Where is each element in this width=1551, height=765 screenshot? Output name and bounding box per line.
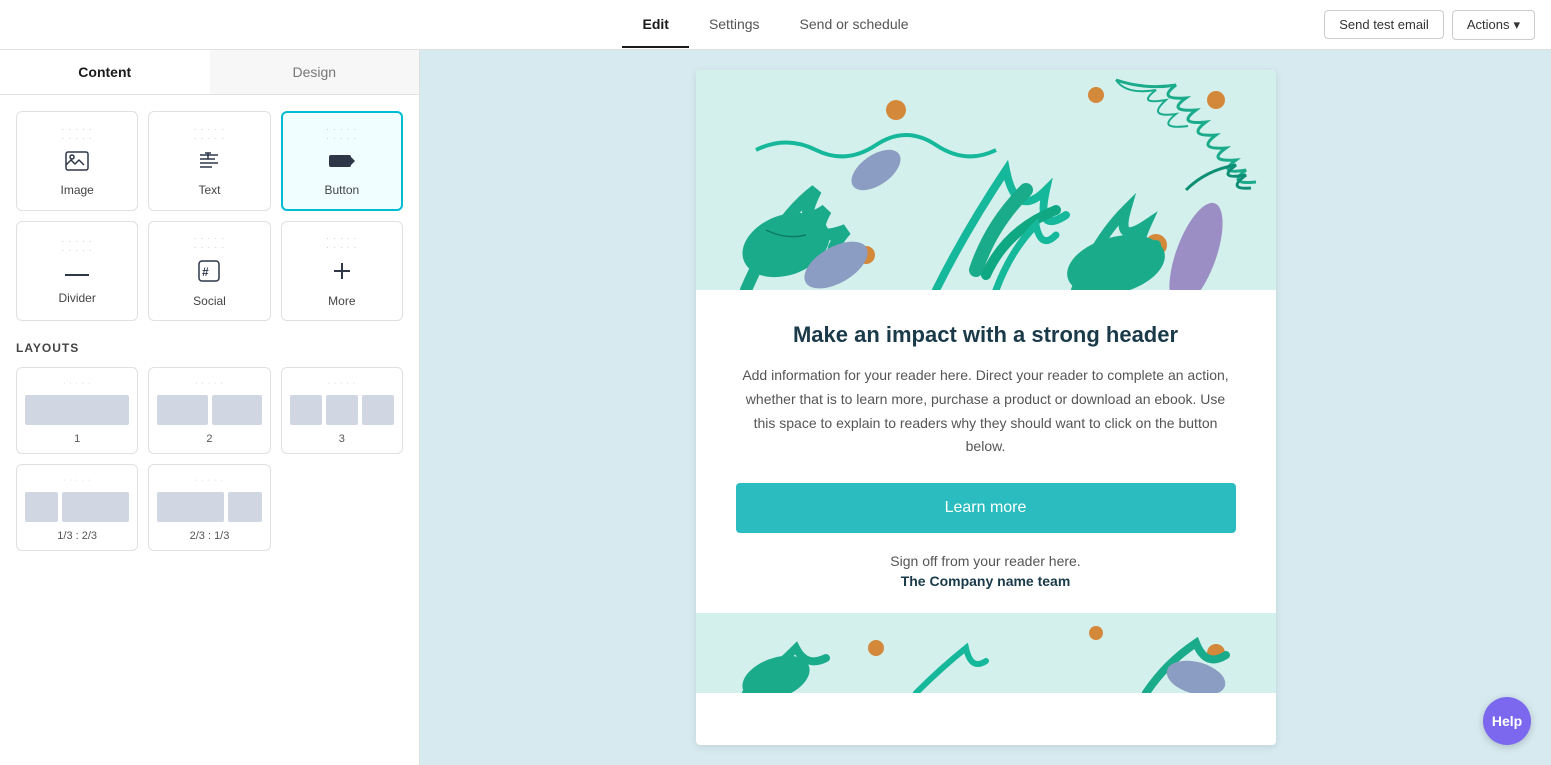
block-divider-label: Divider bbox=[58, 291, 95, 305]
layout-1-3-2-3[interactable]: · · · · · 1/3 : 2/3 bbox=[16, 464, 138, 551]
block-social[interactable]: · · · · ·· · · · · # Social bbox=[148, 221, 270, 321]
actions-label: Actions bbox=[1467, 17, 1510, 32]
block-more-label: More bbox=[328, 294, 355, 308]
tab-send-schedule[interactable]: Send or schedule bbox=[780, 2, 929, 48]
block-button[interactable]: · · · · ·· · · · · Button bbox=[281, 111, 403, 211]
layout-2-preview bbox=[157, 395, 261, 425]
layout-col bbox=[212, 395, 262, 425]
layout-2-3-1-3[interactable]: · · · · · 2/3 : 1/3 bbox=[148, 464, 270, 551]
tab-settings[interactable]: Settings bbox=[689, 2, 780, 48]
layout-2-dots: · · · · · bbox=[195, 380, 223, 387]
layout-2-3-label: 2/3 : 1/3 bbox=[190, 530, 230, 542]
top-bar-actions: Send test email Actions ▾ bbox=[1324, 10, 1535, 40]
image-icon bbox=[65, 151, 89, 175]
sidebar-tabs: Content Design bbox=[0, 50, 419, 95]
layout-col bbox=[157, 395, 207, 425]
chevron-down-icon: ▾ bbox=[1513, 17, 1520, 33]
layout-col bbox=[25, 492, 58, 522]
layout-col bbox=[326, 395, 358, 425]
sidebar-tab-design[interactable]: Design bbox=[210, 50, 420, 94]
divider-icon bbox=[65, 263, 89, 283]
plus-icon bbox=[331, 260, 353, 286]
layout-col bbox=[157, 492, 224, 522]
button-icon bbox=[328, 151, 356, 175]
layout-col bbox=[25, 395, 129, 425]
layout-col bbox=[62, 492, 129, 522]
block-divider[interactable]: · · · · ·· · · · · Divider bbox=[16, 221, 138, 321]
layout-1-3-label: 1/3 : 2/3 bbox=[57, 530, 97, 542]
actions-button[interactable]: Actions ▾ bbox=[1452, 10, 1535, 40]
block-social-dots: · · · · ·· · · · · bbox=[194, 234, 225, 252]
social-icon: # bbox=[198, 260, 220, 286]
email-hero bbox=[696, 70, 1276, 290]
block-button-dots: · · · · ·· · · · · bbox=[326, 125, 357, 143]
layout-1-preview bbox=[25, 395, 129, 425]
block-more-dots: · · · · ·· · · · · bbox=[326, 234, 357, 252]
sidebar: Content Design · · · · ·· · · · · Ima bbox=[0, 50, 420, 765]
email-signoff: Sign off from your reader here. bbox=[736, 553, 1236, 569]
block-image-dots: · · · · ·· · · · · bbox=[62, 125, 93, 143]
layout-3-preview bbox=[290, 395, 394, 425]
layout-1[interactable]: · · · · · 1 bbox=[16, 367, 138, 454]
block-text[interactable]: · · · · ·· · · · · Text bbox=[148, 111, 270, 211]
send-test-email-button[interactable]: Send test email bbox=[1324, 10, 1444, 39]
email-body-text: Add information for your reader here. Di… bbox=[736, 364, 1236, 459]
layout-col bbox=[228, 492, 261, 522]
email-body: Make an impact with a strong header Add … bbox=[696, 290, 1276, 613]
layout-col bbox=[290, 395, 322, 425]
layout-2[interactable]: · · · · · 2 bbox=[148, 367, 270, 454]
layout-2-label: 2 bbox=[206, 433, 212, 445]
layout-1-dots: · · · · · bbox=[63, 380, 91, 387]
hero-illustration bbox=[696, 70, 1276, 290]
canvas-area: Make an impact with a strong header Add … bbox=[420, 50, 1551, 765]
email-footer-image bbox=[696, 613, 1276, 693]
sidebar-tab-content[interactable]: Content bbox=[0, 50, 210, 94]
blocks-grid: · · · · ·· · · · · Image · · · · ·· · · … bbox=[16, 111, 403, 321]
text-icon bbox=[197, 151, 221, 175]
help-button[interactable]: Help bbox=[1483, 697, 1531, 745]
main-layout: Content Design · · · · ·· · · · · Ima bbox=[0, 50, 1551, 765]
block-divider-dots: · · · · ·· · · · · bbox=[62, 237, 93, 255]
block-more[interactable]: · · · · ·· · · · · More bbox=[281, 221, 403, 321]
layout-1-label: 1 bbox=[74, 433, 80, 445]
svg-text:#: # bbox=[202, 265, 209, 279]
layout-3-dots: · · · · · bbox=[328, 380, 356, 387]
block-social-label: Social bbox=[193, 294, 226, 308]
block-button-label: Button bbox=[324, 183, 359, 197]
layout-3-label: 3 bbox=[339, 433, 345, 445]
layout-2-3-preview bbox=[157, 492, 261, 522]
top-bar: Edit Settings Send or schedule Send test… bbox=[0, 0, 1551, 50]
sidebar-content: · · · · ·· · · · · Image · · · · ·· · · … bbox=[0, 95, 419, 567]
footer-illustration bbox=[696, 613, 1276, 693]
email-company: The Company name team bbox=[736, 573, 1236, 589]
tab-edit[interactable]: Edit bbox=[622, 2, 688, 48]
email-heading: Make an impact with a strong header bbox=[736, 322, 1236, 348]
top-bar-tabs: Edit Settings Send or schedule bbox=[622, 2, 928, 48]
email-canvas: Make an impact with a strong header Add … bbox=[696, 70, 1276, 745]
block-text-dots: · · · · ·· · · · · bbox=[194, 125, 225, 143]
block-text-label: Text bbox=[198, 183, 220, 197]
layout-2-3-dots: · · · · · bbox=[195, 477, 223, 484]
layout-3[interactable]: · · · · · 3 bbox=[281, 367, 403, 454]
layout-1-3-dots: · · · · · bbox=[63, 477, 91, 484]
layout-col bbox=[362, 395, 394, 425]
email-cta-button[interactable]: Learn more bbox=[736, 483, 1236, 533]
layouts-label: LAYOUTS bbox=[16, 341, 403, 355]
block-image-label: Image bbox=[60, 183, 93, 197]
block-image[interactable]: · · · · ·· · · · · Image bbox=[16, 111, 138, 211]
layout-1-3-preview bbox=[25, 492, 129, 522]
layouts-grid: · · · · · 1 · · · · · 2 bbox=[16, 367, 403, 551]
